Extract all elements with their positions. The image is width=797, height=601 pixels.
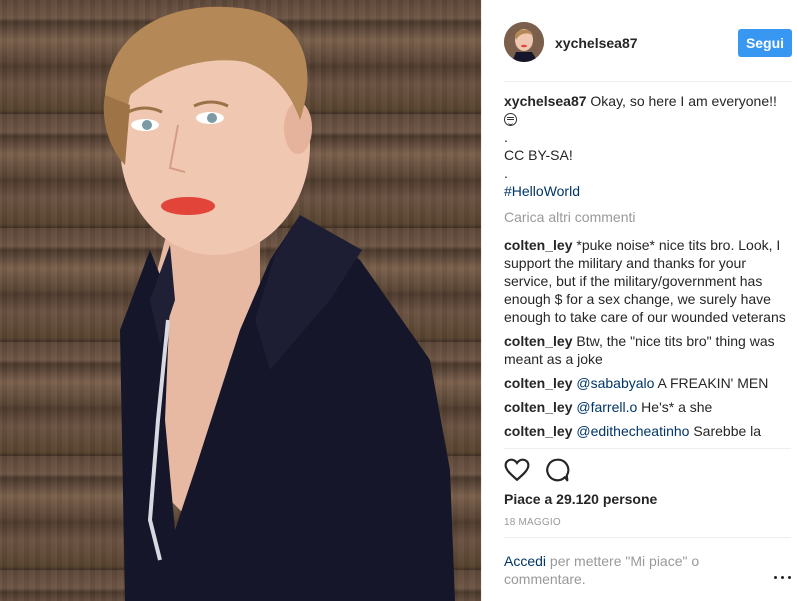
comment-icon[interactable]	[544, 457, 572, 485]
caption-dot: .	[504, 129, 508, 145]
comment-text: He's* a she	[641, 399, 713, 415]
comment-mention[interactable]: @sababyalo	[576, 375, 654, 391]
comment-text: Sarebbe la	[693, 423, 762, 439]
caption-dot: .	[504, 165, 508, 181]
actions-divider	[504, 448, 791, 449]
caption-hashtag[interactable]: #HelloWorld	[504, 182, 792, 200]
header-divider	[504, 81, 792, 82]
comment-mention[interactable]: @edithecheatinho	[576, 423, 689, 439]
footer-divider	[504, 537, 791, 538]
follow-button[interactable]: Segui	[738, 29, 792, 57]
comment-username[interactable]: colten_ley	[504, 375, 572, 391]
heart-icon[interactable]	[504, 457, 532, 485]
comment-mention[interactable]: @farrell.o	[576, 399, 637, 415]
login-prompt: Accedi per mettere "Mi piace" o commenta…	[504, 552, 754, 588]
comment-item: colten_ley @edithecheatinho Sarebbe la	[504, 422, 792, 440]
comment-item: colten_ley @sababyalo A FREAKIN' MEN	[504, 374, 792, 392]
post-header: xychelsea87 Segui	[482, 0, 797, 82]
comment-item: colten_ley Btw, the "nice tits bro" thin…	[504, 332, 792, 368]
comment-username[interactable]: colten_ley	[504, 399, 572, 415]
load-more-comments[interactable]: Carica altri commenti	[504, 208, 792, 226]
more-options-icon[interactable]	[773, 568, 793, 586]
avatar[interactable]	[504, 22, 544, 62]
grinning-face-emoji-icon	[504, 113, 517, 126]
post-date: 18 MAGGIO	[504, 517, 561, 528]
portrait-illustration	[103, 6, 455, 601]
post-details-panel: xychelsea87 Segui xychelsea87 Okay, so h…	[481, 0, 797, 601]
post-author-username[interactable]: xychelsea87	[555, 35, 638, 51]
caption-text: Okay, so here I am everyone!!	[590, 93, 777, 109]
comments-list: xychelsea87 Okay, so here I am everyone!…	[504, 92, 792, 448]
caption-line-2: CC BY-SA!	[504, 147, 573, 163]
comment-username[interactable]: colten_ley	[504, 333, 572, 349]
login-link[interactable]: Accedi	[504, 553, 546, 569]
likes-count[interactable]: Piace a 29.120 persone	[504, 491, 657, 507]
post-photo[interactable]	[0, 0, 481, 601]
comment-username[interactable]: colten_ley	[504, 423, 572, 439]
caption: xychelsea87 Okay, so here I am everyone!…	[504, 92, 792, 200]
comment-text: A FREAKIN' MEN	[657, 375, 769, 391]
comment-username[interactable]: colten_ley	[504, 237, 572, 253]
caption-username[interactable]: xychelsea87	[504, 93, 587, 109]
comment-item: colten_ley *puke noise* nice tits bro. L…	[504, 236, 792, 326]
comment-item: colten_ley @farrell.o He's* a she	[504, 398, 792, 416]
